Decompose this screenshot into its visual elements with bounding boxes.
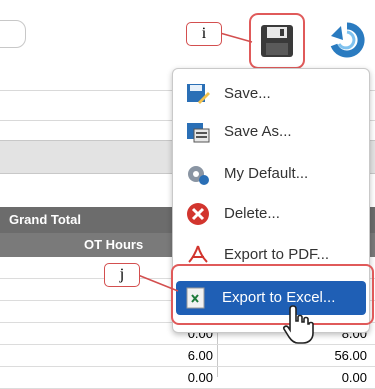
settings-gear-icon — [188, 166, 209, 185]
save-icon — [187, 84, 210, 104]
menu-item-delete[interactable]: Delete... — [178, 197, 364, 231]
ot-hours-header: OT Hours — [84, 237, 144, 252]
annotation-label-i: i — [186, 22, 222, 46]
table-cell: 0.00 — [341, 370, 367, 385]
annotation-label-j: j — [104, 263, 140, 287]
delete-icon — [187, 203, 209, 225]
search-input[interactable] — [0, 20, 26, 48]
table-cell: 6.00 — [187, 348, 213, 363]
menu-item-save-as[interactable]: Save As... — [178, 115, 364, 149]
menu-item-label: Delete... — [224, 205, 280, 222]
save-as-icon — [187, 123, 210, 143]
hand-cursor-icon — [283, 305, 314, 344]
table-cell: 56.00 — [334, 348, 367, 363]
menu-item-save[interactable]: Save... — [178, 77, 364, 111]
table-row: 0.00 0.00 — [0, 367, 375, 389]
floppy-disk-icon — [261, 25, 293, 57]
export-excel-highlight — [171, 264, 374, 325]
menu-item-label: Save As... — [224, 123, 292, 140]
menu-item-label: Save... — [224, 85, 271, 102]
table-cell: 0.00 — [187, 370, 213, 385]
refresh-icon[interactable] — [329, 22, 365, 60]
menu-item-my-default[interactable]: My Default... — [178, 157, 364, 191]
table-row: 6.00 56.00 — [0, 345, 375, 367]
menu-item-label: My Default... — [224, 165, 309, 182]
save-button[interactable] — [249, 13, 305, 69]
